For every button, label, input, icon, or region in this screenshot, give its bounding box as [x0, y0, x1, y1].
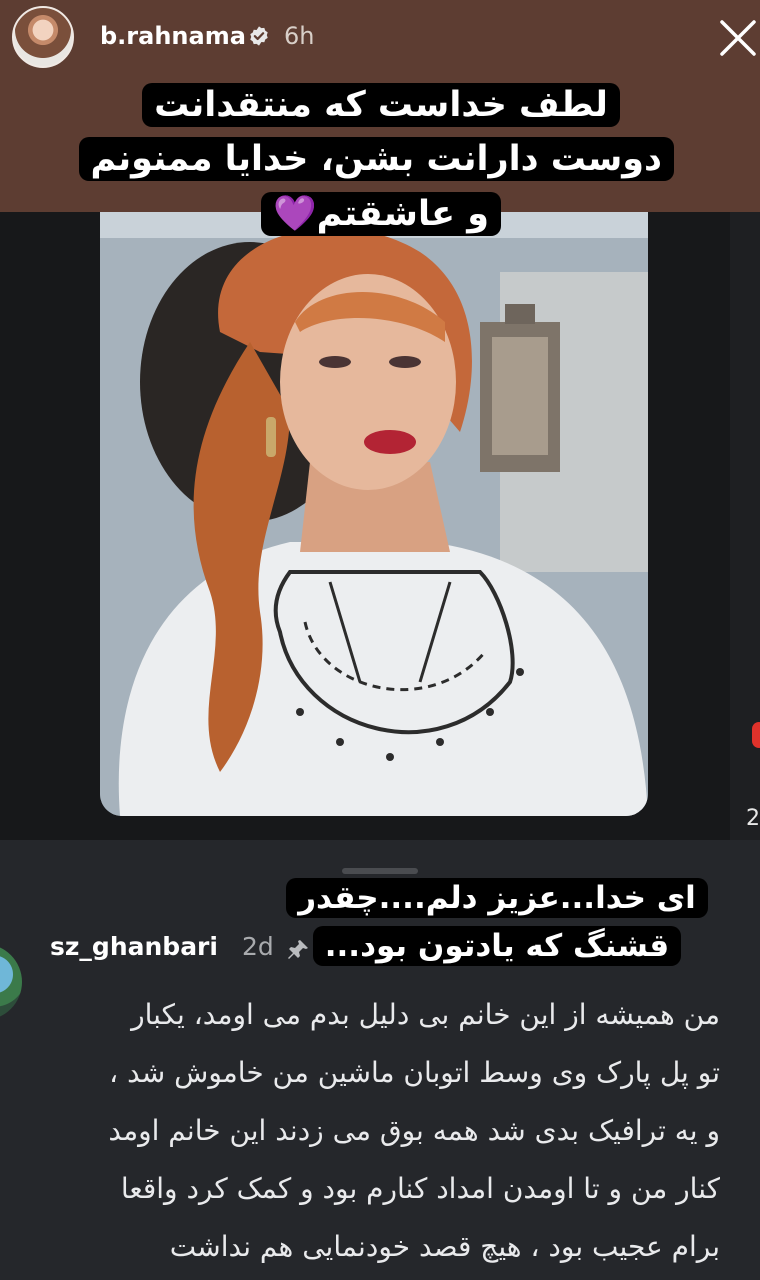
- side-counter: 2: [746, 806, 760, 831]
- comment-username[interactable]: sz_ghanbari: [50, 932, 218, 961]
- verified-badge-icon: [250, 26, 268, 46]
- reply-caption: ای خدا...عزیز دلم....چقدر قشنگ که یادتون…: [262, 874, 732, 970]
- comment-line: کنار من و تا اومدن امداد کنارم بود و کمک…: [120, 1172, 720, 1205]
- post-photo: [100, 212, 648, 816]
- notification-dot: [752, 722, 760, 748]
- comment-line: تو پل پارک وی وسط اتوبان ماشین من خاموش …: [109, 1056, 720, 1089]
- comment-time: 2d: [242, 932, 274, 961]
- story-header: b.rahnama 6h: [0, 0, 760, 76]
- story-caption: لطف خداست که منتقدانت دوست دارانت بشن، خ…: [78, 78, 674, 241]
- close-icon[interactable]: [716, 16, 760, 60]
- comment-line: و یه ترافیک بدی شد همه بوق می زدند این خ…: [108, 1114, 720, 1147]
- comment-line: برام عجیب بود ، هیچ قصد خودنمایی هم نداش…: [169, 1230, 720, 1263]
- story-caption-text: لطف خداست که منتقدانت دوست دارانت بشن، خ…: [78, 83, 674, 236]
- comment-body: من همیشه از این خانم بی دلیل بدم می اومد…: [40, 986, 720, 1276]
- avatar[interactable]: [12, 6, 74, 68]
- story-username[interactable]: b.rahnama: [100, 22, 246, 50]
- photo-illustration: [100, 212, 648, 816]
- story-view: 2 b.rahnama 6h لطف خداست که منتقدانت دوس…: [0, 0, 760, 1280]
- pin-icon: [288, 940, 308, 959]
- comment-line: من همیشه از این خانم بی دلیل بدم می اومد…: [131, 998, 720, 1031]
- reply-caption-text: ای خدا...عزیز دلم....چقدر قشنگ که یادتون…: [286, 878, 708, 967]
- story-time: 6h: [284, 22, 315, 50]
